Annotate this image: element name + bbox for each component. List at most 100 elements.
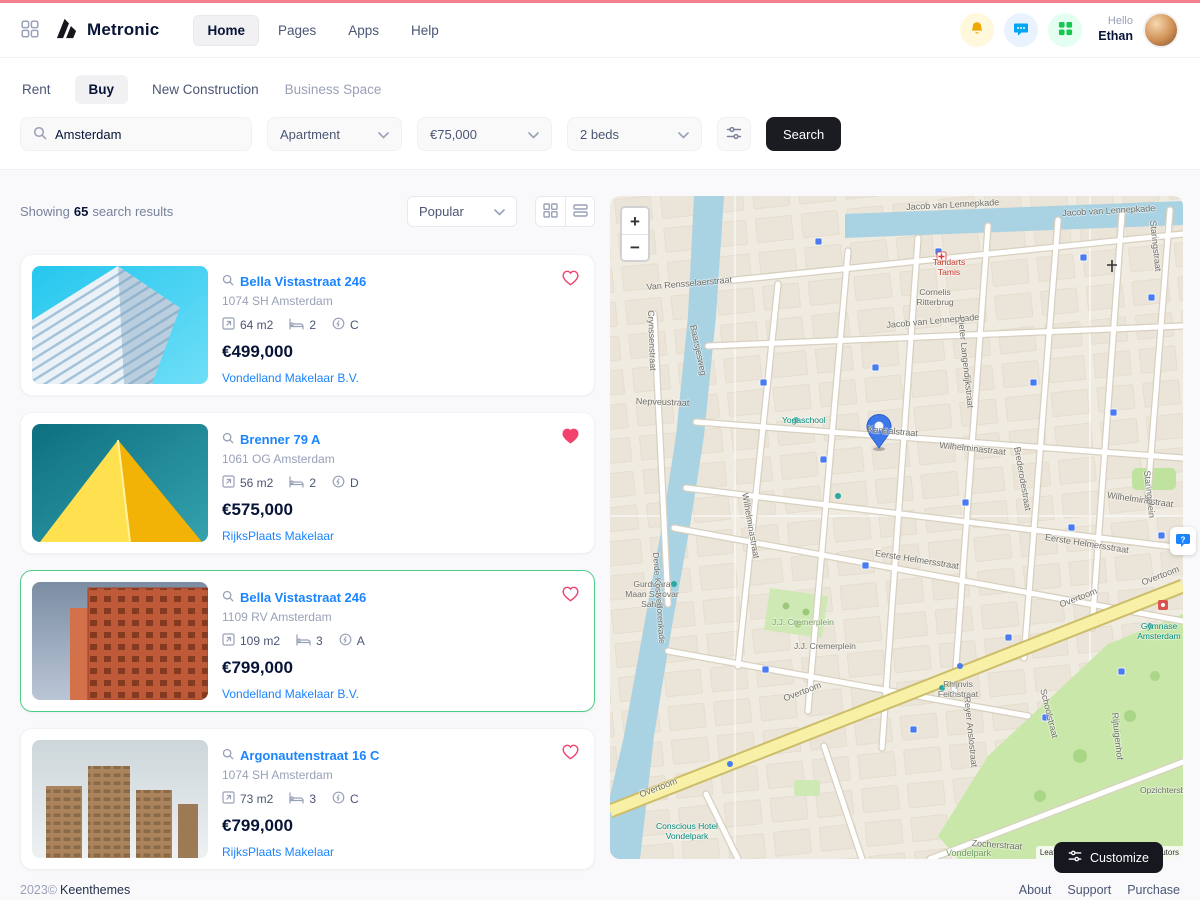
apps-grid-outline-icon xyxy=(21,20,39,41)
property-title-link[interactable]: Argonautenstraat 16 C xyxy=(240,748,379,763)
search-button[interactable]: Search xyxy=(766,117,841,151)
property-card[interactable]: Bella Vistastraat 246 1109 RV Amsterdam … xyxy=(20,570,595,712)
map-street-label: Gymnase Amsterdam xyxy=(1134,622,1183,642)
map-street-label: Conscious Hotel Vondelpark xyxy=(656,822,718,842)
property-features: 73 m2 3 C xyxy=(222,791,379,807)
price-select[interactable]: €75,000 xyxy=(417,117,552,151)
map-street-label: Vondelpark xyxy=(946,848,991,858)
apps-launcher-button[interactable] xyxy=(21,20,39,41)
user-avatar[interactable] xyxy=(1143,12,1179,48)
area-icon xyxy=(222,791,235,807)
map-street-label: Cornelis Ritterbrug xyxy=(912,288,958,308)
property-photo[interactable] xyxy=(32,424,208,542)
tab-rent[interactable]: Rent xyxy=(20,75,53,104)
agent-link[interactable]: Vondelland Makelaar B.V. xyxy=(222,371,359,385)
grid-squares-icon xyxy=(1058,21,1073,39)
user-greeting: Hello Ethan xyxy=(1098,15,1133,44)
favorite-button[interactable] xyxy=(561,269,580,289)
zoom-link-icon xyxy=(222,748,234,763)
favorite-button[interactable] xyxy=(561,743,580,763)
heart-icon xyxy=(561,748,580,763)
property-title-link[interactable]: Bella Vistastraat 246 xyxy=(240,274,366,289)
tab-new-construction[interactable]: New Construction xyxy=(150,75,261,104)
agent-link[interactable]: RijksPlaats Makelaar xyxy=(222,529,334,543)
copyright-year: 2023© xyxy=(20,883,57,897)
energy-value: A xyxy=(357,634,365,648)
tab-business-space[interactable]: Business Space xyxy=(283,75,384,104)
property-card[interactable]: Argonautenstraat 16 C 1074 SH Amsterdam … xyxy=(20,728,595,870)
zoom-out-button[interactable]: − xyxy=(622,234,648,260)
favorite-button[interactable] xyxy=(561,585,580,605)
brand-name: Metronic xyxy=(87,20,159,40)
beds-select[interactable]: 2 beds xyxy=(567,117,702,151)
footer-links: About Support Purchase xyxy=(1019,883,1180,897)
header: Metronic Home Pages Apps Help Hello Etha… xyxy=(0,3,1200,58)
view-toggle xyxy=(535,196,595,227)
map[interactable]: Jacob van LennepkadeJacob van Lennepkade… xyxy=(610,196,1183,859)
tab-buy[interactable]: Buy xyxy=(75,75,129,104)
zoom-in-button[interactable]: + xyxy=(622,208,648,234)
nav-item-apps[interactable]: Apps xyxy=(335,16,392,45)
property-features: 56 m2 2 D xyxy=(222,475,359,491)
map-street-label: Tandarts Tamis xyxy=(928,258,970,278)
footer-link-purchase[interactable]: Purchase xyxy=(1127,883,1180,897)
zoom-link-icon xyxy=(222,432,234,447)
property-price: €799,000 xyxy=(222,658,366,678)
property-photo[interactable] xyxy=(32,582,208,700)
footer-brand-link[interactable]: Keenthemes xyxy=(60,883,130,897)
help-button[interactable]: ? xyxy=(1170,527,1196,555)
agent-link[interactable]: RijksPlaats Makelaar xyxy=(222,845,334,859)
energy-value: D xyxy=(350,476,359,490)
grid-view-button[interactable] xyxy=(536,197,565,226)
map-street-label: Crynssenstraat xyxy=(646,310,658,371)
bed-icon xyxy=(289,476,304,491)
property-type-select[interactable]: Apartment xyxy=(267,117,402,151)
property-title-link[interactable]: Bella Vistastraat 246 xyxy=(240,590,366,605)
sort-select[interactable]: Popular xyxy=(407,196,517,227)
listing-type-tabs: Rent Buy New Construction Business Space xyxy=(20,75,1180,104)
brand-logo[interactable]: Metronic xyxy=(54,17,159,43)
bed-icon xyxy=(289,792,304,807)
property-card[interactable]: Bella Vistastraat 246 1074 SH Amsterdam … xyxy=(20,254,595,396)
search-icon xyxy=(33,126,47,143)
advanced-filters-button[interactable] xyxy=(717,117,751,151)
bell-icon xyxy=(969,21,985,40)
energy-value: C xyxy=(350,792,359,806)
results-suffix: search results xyxy=(92,204,173,219)
list-view-button[interactable] xyxy=(565,197,594,226)
property-title-link[interactable]: Brenner 79 A xyxy=(240,432,320,447)
footer: 2023©Keenthemes About Support Purchase xyxy=(0,870,1200,897)
nav-item-pages[interactable]: Pages xyxy=(265,16,329,45)
search-input[interactable] xyxy=(55,127,239,142)
property-price: €799,000 xyxy=(222,816,379,836)
results-count-text: Showing 65 search results xyxy=(20,204,173,219)
messages-button[interactable] xyxy=(1004,13,1038,47)
area-value: 64 m2 xyxy=(240,318,273,332)
footer-link-support[interactable]: Support xyxy=(1067,883,1111,897)
beds-value: 2 xyxy=(309,476,316,490)
sliders-icon xyxy=(1068,849,1082,866)
heart-icon xyxy=(561,432,580,447)
property-price: €575,000 xyxy=(222,500,359,520)
results-count: 65 xyxy=(74,204,88,219)
area-value: 109 m2 xyxy=(240,634,280,648)
map-street-label: Opzichtersbaan xyxy=(1140,786,1183,796)
favorite-button[interactable] xyxy=(561,427,580,447)
property-photo[interactable] xyxy=(32,266,208,384)
beds-value: 2 xyxy=(309,318,316,332)
chat-bubble-icon xyxy=(1013,21,1029,40)
quick-apps-button[interactable] xyxy=(1048,13,1082,47)
nav-item-home[interactable]: Home xyxy=(193,15,259,46)
customize-label: Customize xyxy=(1090,851,1149,865)
nav-item-help[interactable]: Help xyxy=(398,16,452,45)
footer-link-about[interactable]: About xyxy=(1019,883,1052,897)
agent-link[interactable]: Vondelland Makelaar B.V. xyxy=(222,687,359,701)
notifications-button[interactable] xyxy=(960,13,994,47)
zoom-link-icon xyxy=(222,274,234,289)
customize-button[interactable]: Customize xyxy=(1054,842,1163,873)
location-search-field[interactable] xyxy=(20,117,252,151)
energy-label-icon xyxy=(339,633,352,649)
property-card[interactable]: Brenner 79 A 1061 OG Amsterdam 56 m2 2 D… xyxy=(20,412,595,554)
property-address: 1109 RV Amsterdam xyxy=(222,610,366,624)
property-photo[interactable] xyxy=(32,740,208,858)
